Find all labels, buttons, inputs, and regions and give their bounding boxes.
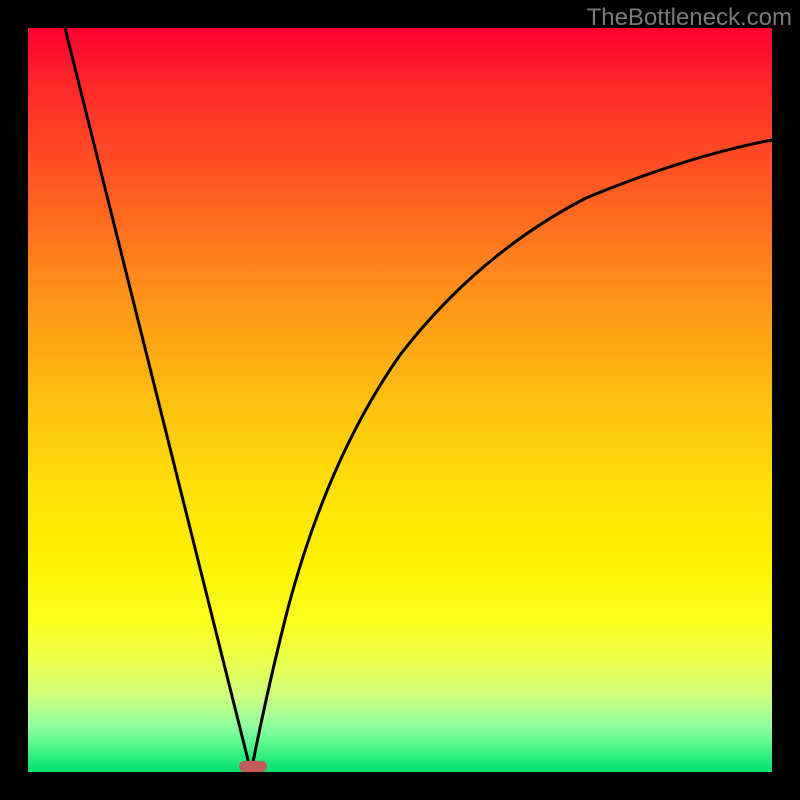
watermark-text: TheBottleneck.com — [587, 4, 792, 32]
curve-left-branch — [65, 28, 251, 772]
chart-frame: TheBottleneck.com — [0, 0, 800, 800]
curve-layer — [28, 28, 772, 772]
curve-right-branch — [251, 140, 772, 772]
minimum-marker — [239, 761, 267, 772]
plot-area — [28, 28, 772, 772]
